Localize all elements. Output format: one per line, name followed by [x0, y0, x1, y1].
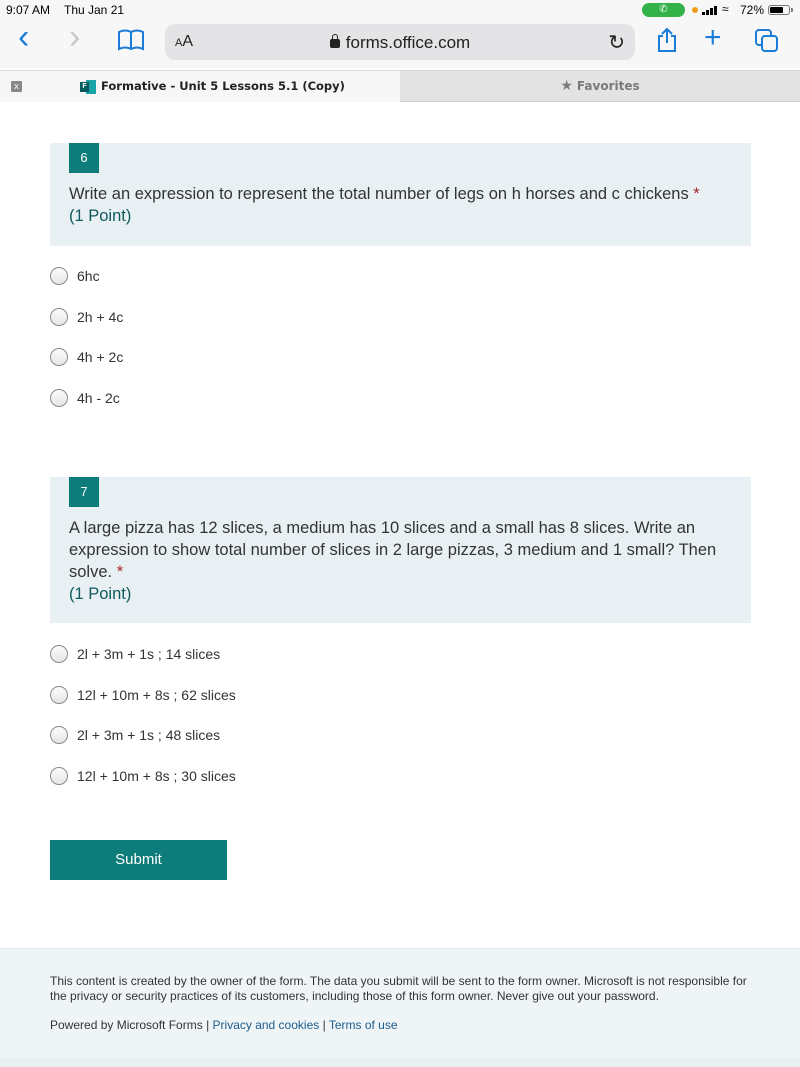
radio-button[interactable]	[50, 388, 68, 407]
address-bar[interactable]: AA forms.office.com ↻	[165, 24, 635, 60]
option-label[interactable]: 12l + 10m + 8s ; 62 slices	[77, 686, 236, 704]
option-radio[interactable]: 12l + 10m + 8s ; 62 slices	[50, 685, 236, 727]
radio-button[interactable]	[50, 685, 68, 704]
question-6-options: 6hc 2h + 4c 4h + 2c 4h - 2c	[50, 267, 123, 429]
book-icon[interactable]	[118, 29, 144, 58]
option-radio[interactable]: 2h + 4c	[50, 307, 123, 349]
tab-formative[interactable]: x F Formative - Unit 5 Lessons 5.1 (Copy…	[0, 71, 400, 102]
option-label[interactable]: 6hc	[77, 267, 100, 285]
terms-link[interactable]: Terms of use	[329, 1018, 398, 1032]
question-points: (1 Point)	[69, 207, 132, 225]
tabs-icon[interactable]	[755, 29, 779, 60]
radio-button[interactable]	[50, 766, 68, 785]
close-tab-icon[interactable]: x	[11, 81, 22, 92]
option-label[interactable]: 12l + 10m + 8s ; 30 slices	[77, 767, 236, 785]
question-text: Write an expression to represent the tot…	[69, 185, 700, 225]
url-text[interactable]: forms.office.com	[165, 33, 635, 53]
battery-icon	[768, 5, 793, 15]
browser-toolbar: ‹ › AA forms.office.com ↻ +	[0, 20, 800, 68]
question-text: A large pizza has 12 slices, a medium ha…	[69, 519, 717, 603]
status-date: Thu Jan 21	[64, 3, 125, 17]
footer-bottom-strip	[0, 1058, 800, 1067]
reload-icon[interactable]: ↻	[608, 30, 625, 55]
tab-title: Formative - Unit 5 Lessons 5.1 (Copy)	[101, 79, 345, 93]
question-6-header: 6 Write an expression to represent the t…	[50, 143, 751, 246]
submit-button[interactable]: Submit	[50, 840, 227, 880]
option-radio[interactable]: 6hc	[50, 267, 123, 308]
lock-icon	[329, 34, 340, 48]
option-radio[interactable]: 2l + 3m + 1s ; 48 slices	[50, 726, 236, 767]
question-7-header: 7 A large pizza has 12 slices, a medium …	[50, 477, 751, 623]
microsoft-forms-logo-icon: F	[80, 80, 96, 94]
option-radio[interactable]: 4h - 2c	[50, 388, 123, 430]
footer: This content is created by the owner of …	[0, 948, 800, 1058]
star-icon: ★	[560, 78, 573, 94]
powered-by-text: Powered by Microsoft Forms	[50, 1018, 203, 1032]
radio-button[interactable]	[50, 645, 68, 663]
option-label[interactable]: 2l + 3m + 1s ; 14 slices	[77, 645, 220, 663]
question-number: 7	[69, 477, 99, 507]
cellular-signal-icon	[702, 5, 717, 15]
footer-disclaimer: This content is created by the owner of …	[50, 974, 747, 1003]
status-bar: 9:07 AM Thu Jan 21 ✆ ≈ 72%	[0, 0, 800, 20]
new-tab-icon[interactable]: +	[704, 23, 722, 53]
option-radio[interactable]: 12l + 10m + 8s ; 30 slices	[50, 766, 236, 808]
radio-button[interactable]	[50, 348, 68, 366]
battery-fill	[770, 7, 783, 13]
question-number: 6	[69, 143, 99, 173]
option-label[interactable]: 4h - 2c	[77, 389, 120, 407]
radio-button[interactable]	[50, 726, 68, 744]
tab-favorites[interactable]: ★ Favorites	[400, 71, 800, 102]
required-marker: *	[116, 563, 124, 581]
wifi-icon: ≈	[722, 2, 729, 16]
option-label[interactable]: 2h + 4c	[77, 308, 123, 326]
option-label[interactable]: 2l + 3m + 1s ; 48 slices	[77, 726, 220, 744]
radio-button[interactable]	[50, 307, 68, 326]
back-icon[interactable]: ‹	[18, 20, 29, 54]
radio-button[interactable]	[50, 267, 68, 285]
option-radio[interactable]: 4h + 2c	[50, 348, 123, 389]
option-label[interactable]: 4h + 2c	[77, 348, 123, 366]
question-points: (1 Point)	[69, 585, 132, 603]
question-7-options: 2l + 3m + 1s ; 14 slices 12l + 10m + 8s …	[50, 645, 236, 807]
mic-indicator-icon	[692, 7, 698, 13]
share-icon[interactable]	[656, 27, 678, 60]
required-marker: *	[693, 185, 700, 203]
forward-icon[interactable]: ›	[69, 20, 80, 54]
option-radio[interactable]: 2l + 3m + 1s ; 14 slices	[50, 645, 236, 686]
tab-bar: x F Formative - Unit 5 Lessons 5.1 (Copy…	[0, 70, 800, 102]
status-time: 9:07 AM	[6, 3, 51, 17]
phone-icon[interactable]: ✆	[642, 3, 685, 17]
privacy-link[interactable]: Privacy and cookies	[213, 1018, 320, 1032]
footer-links: Powered by Microsoft Forms | Privacy and…	[50, 1018, 398, 1032]
battery-percent: 72%	[740, 3, 765, 17]
